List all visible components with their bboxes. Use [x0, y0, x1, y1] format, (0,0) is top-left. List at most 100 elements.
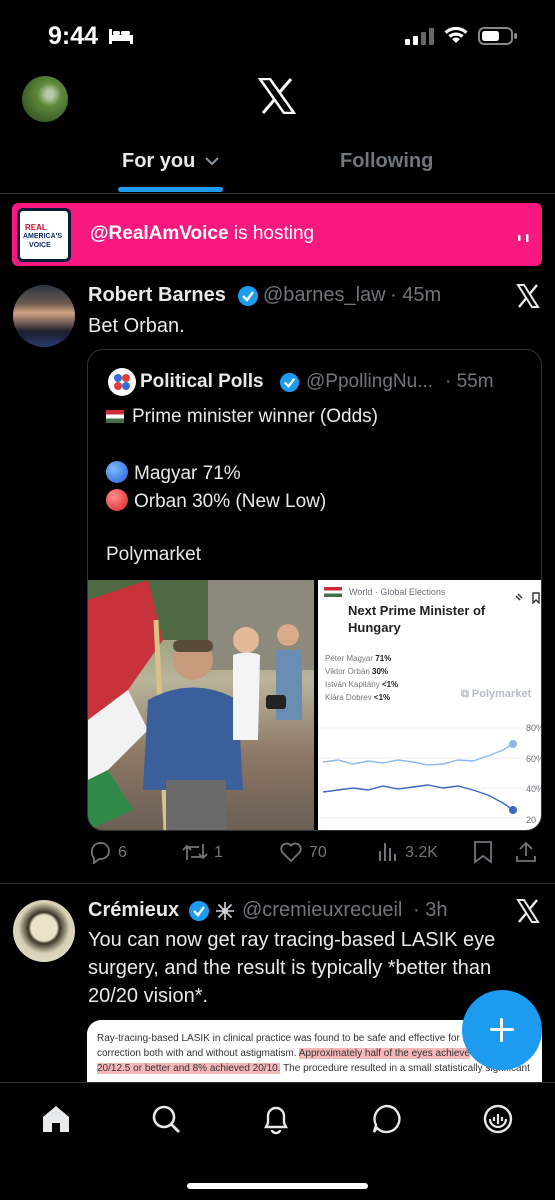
quoted-line-2: Magyar 71%	[106, 461, 241, 485]
chart-axis-label: 80%	[526, 723, 541, 733]
tweet-time[interactable]: · 3h	[413, 899, 447, 922]
quoted-tweet[interactable]: Political Polls @PpollingNu... · 55m Pri…	[87, 349, 542, 831]
author-name[interactable]: Crémieux	[88, 899, 179, 922]
political-polls-logo-icon	[114, 374, 130, 390]
grok-x-icon[interactable]	[516, 899, 540, 923]
host-avatar-text-3: VOICE	[29, 242, 51, 249]
bookmark-icon[interactable]	[472, 840, 494, 864]
red-circle-icon	[106, 489, 128, 511]
photo-illustration	[88, 580, 314, 830]
quoted-author-name: Political Polls	[140, 371, 264, 392]
cellular-signal-icon	[405, 28, 434, 45]
spaces-host-handle: @RealAmVoice	[90, 223, 229, 244]
pm-row: István Kapitány <1%	[325, 680, 398, 689]
reply-button[interactable]: 6	[88, 840, 127, 869]
pm-row: Péter Magyar 71%	[325, 654, 391, 663]
like-count: 70	[309, 844, 327, 861]
pm-row-name: István Kapitány	[325, 680, 380, 689]
grok-icon[interactable]	[371, 1103, 403, 1135]
spaces-host-status: is hosting	[228, 223, 315, 244]
repost-button[interactable]: 1	[182, 840, 223, 869]
quoted-author-avatar	[108, 368, 136, 396]
author-avatar[interactable]	[13, 285, 75, 347]
home-indicator	[187, 1183, 368, 1189]
pm-breadcrumb: World · Global Elections	[349, 587, 446, 597]
repost-count: 1	[214, 844, 223, 861]
x-logo-icon[interactable]	[258, 78, 296, 114]
reply-icon	[90, 842, 110, 865]
excerpt-text: correction both with and without astigma…	[97, 1048, 299, 1059]
tweet-time[interactable]: · 45m	[390, 284, 441, 307]
host-avatar-text-2: AMERICA'S	[23, 233, 62, 240]
candidate-photo[interactable]	[88, 580, 314, 830]
grok-x-icon[interactable]	[516, 284, 540, 308]
quoted-tweet-time: · 55m	[445, 371, 494, 392]
chevron-down-icon[interactable]	[204, 155, 220, 167]
quoted-line-3: Orban 30% (New Low)	[106, 489, 326, 513]
verified-badge-icon	[189, 901, 209, 921]
polymarket-screenshot[interactable]: World · Global Elections Next Prime Mini…	[318, 580, 541, 830]
blue-circle-icon	[106, 461, 128, 483]
status-time: 9:44	[48, 22, 99, 50]
quoted-line-2-text: Magyar 71%	[134, 463, 241, 484]
author-avatar[interactable]	[13, 900, 75, 962]
heart-icon	[280, 842, 302, 863]
author-handle[interactable]: @cremieuxrecueil	[242, 899, 402, 922]
search-icon[interactable]	[150, 1103, 182, 1135]
author-name[interactable]: Robert Barnes	[88, 284, 226, 307]
tab-for-you[interactable]: For you	[122, 150, 195, 173]
like-button[interactable]: 70	[279, 840, 327, 869]
views-button[interactable]: 3.2K	[377, 840, 438, 869]
tweet-actions: 6 1 70 3.2K	[0, 840, 555, 870]
pm-row-value: 71%	[375, 654, 392, 663]
wifi-icon	[444, 26, 468, 43]
host-avatar-text-1: REAL	[25, 223, 47, 232]
polymarket-logo-text: Polymarket	[471, 688, 532, 700]
views-icon	[379, 843, 396, 861]
hungary-flag-icon	[106, 410, 124, 423]
tweet-text: You can now get ray tracing-based LASIK …	[88, 929, 496, 1007]
profile-avatar[interactable]	[22, 76, 68, 122]
share-icon[interactable]	[515, 840, 537, 864]
timeline-tabs: For you Following	[0, 126, 555, 194]
compose-post-button[interactable]	[462, 990, 542, 1070]
verified-badge-icon	[238, 286, 258, 306]
chart-axis-label: 20	[526, 815, 537, 825]
pm-row-name: Viktor Orbán	[325, 667, 370, 676]
chart-axis-label: 60%	[526, 754, 541, 764]
excerpt-highlight: Approximately half of the eyes achieve	[298, 1048, 470, 1059]
home-icon[interactable]	[40, 1103, 72, 1135]
quoted-line-1: Prime minister winner (Odds)	[106, 406, 378, 428]
quoted-line-3-text: Orban 30% (New Low)	[134, 491, 327, 512]
excerpt-line: Ray-tracing-based LASIK in clinical prac…	[97, 1033, 466, 1044]
excerpt-line: 20/12.5 or better and 8% achieved 20/10.…	[97, 1063, 530, 1074]
link-bookmark-icon	[515, 592, 540, 604]
communities-icon[interactable]	[482, 1103, 514, 1135]
tweet-divider	[0, 883, 555, 884]
polymarket-logo-icon: ⧉	[461, 688, 472, 700]
pm-row-value: <1%	[381, 680, 399, 689]
pm-row-value: <1%	[373, 693, 391, 702]
chart-axis-label: 40%	[526, 784, 541, 794]
spaces-banner[interactable]: REAL AMERICA'S VOICE @RealAmVoice is hos…	[12, 203, 542, 266]
hungary-flag-icon	[324, 587, 342, 597]
verified-badge-icon	[279, 372, 300, 393]
author-handle[interactable]: @barnes_law	[263, 284, 386, 307]
status-bar: 9:44	[0, 0, 555, 70]
quoted-author-handle: @PpollingNu...	[306, 371, 434, 392]
live-audio-icon	[518, 234, 529, 242]
battery-icon	[478, 27, 517, 45]
repost-icon	[182, 844, 208, 860]
host-avatar: REAL AMERICA'S VOICE	[17, 208, 71, 262]
tab-following[interactable]: Following	[340, 150, 433, 173]
view-count: 3.2K	[405, 844, 438, 861]
pm-row: Klára Dobrev <1%	[325, 693, 390, 702]
notifications-bell-icon[interactable]	[260, 1103, 292, 1135]
pm-title: Next Prime Minister of Hungary	[348, 603, 486, 635]
quoted-line-1-text: Prime minister winner (Odds)	[132, 406, 378, 427]
excerpt-text: Ray-tracing-based LASIK in clinical prac…	[97, 1033, 466, 1044]
pm-row-name: Klára Dobrev	[325, 693, 372, 702]
active-tab-indicator	[118, 187, 223, 192]
reply-count: 6	[118, 844, 127, 861]
pm-row: Viktor Orbán 30%	[325, 667, 388, 676]
